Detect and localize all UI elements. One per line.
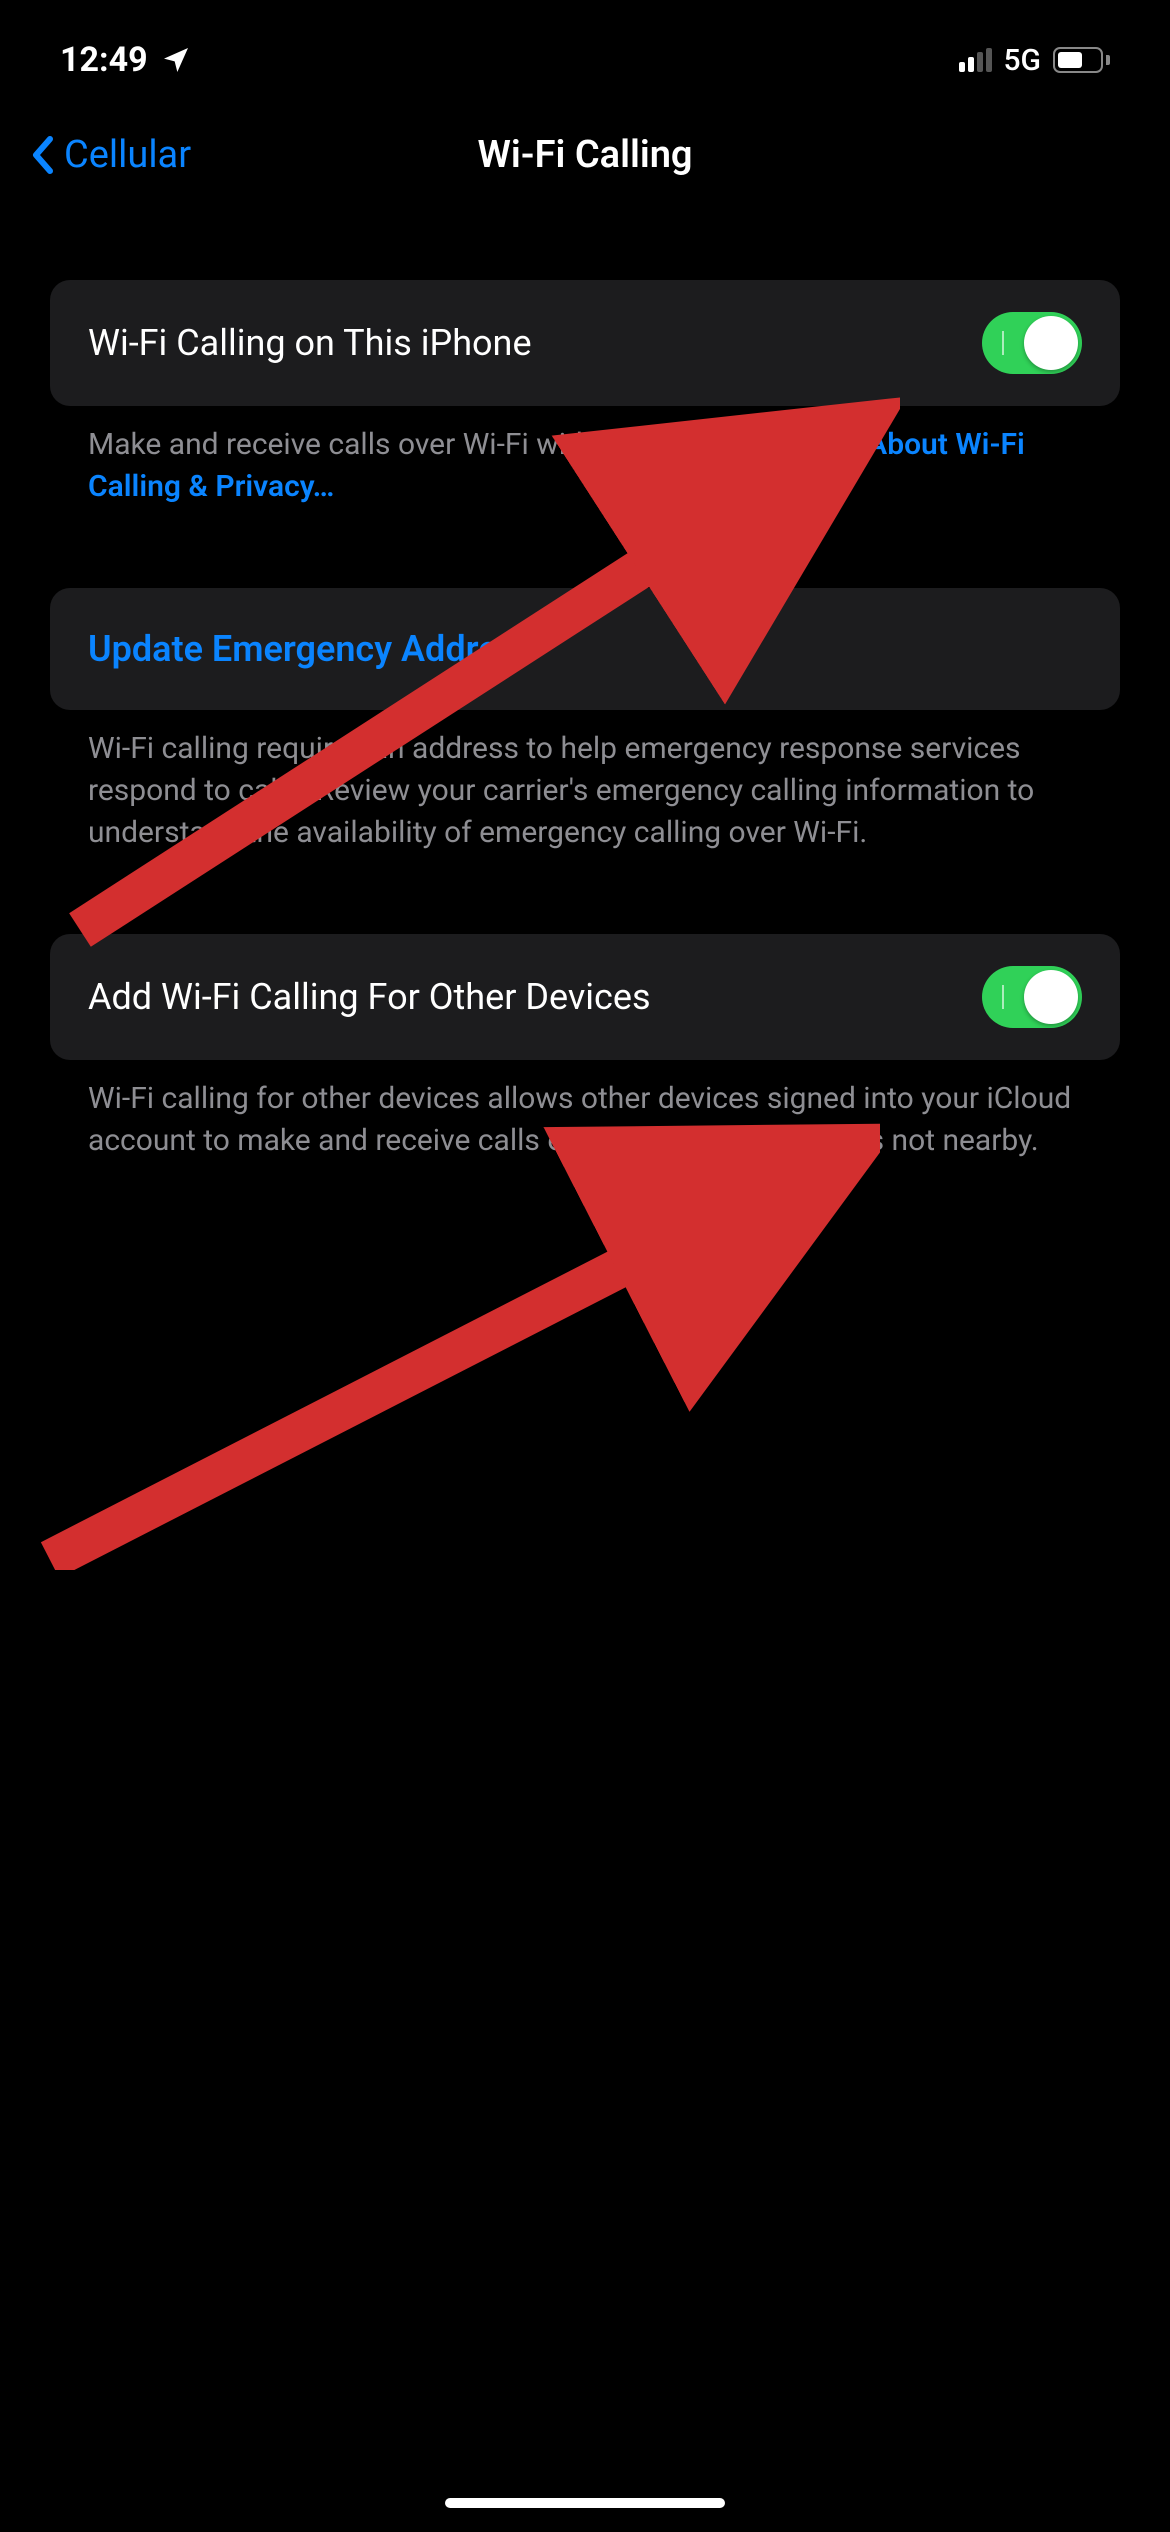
other-devices-label: Add Wi-Fi Calling For Other Devices <box>88 976 651 1018</box>
battery-icon <box>1053 47 1110 73</box>
nav-header: Cellular Wi-Fi Calling <box>0 110 1170 200</box>
emergency-footer: Wi-Fi calling requires an address to hel… <box>50 728 1120 904</box>
signal-strength-icon <box>959 48 992 72</box>
other-devices-row: Add Wi-Fi Calling For Other Devices <box>50 934 1120 1060</box>
page-title: Wi-Fi Calling <box>477 133 692 177</box>
settings-content: Wi-Fi Calling on This iPhone Make and re… <box>0 200 1170 1212</box>
location-arrow-icon <box>160 44 192 76</box>
wifi-calling-toggle[interactable] <box>982 312 1082 374</box>
other-devices-toggle[interactable] <box>982 966 1082 1028</box>
home-indicator[interactable] <box>445 2498 725 2508</box>
back-label: Cellular <box>64 133 191 177</box>
network-type-label: 5G <box>1004 43 1042 78</box>
other-devices-footer: Wi-Fi calling for other devices allows o… <box>50 1078 1120 1212</box>
wifi-calling-footer: Make and receive calls over Wi-Fi with y… <box>50 424 1120 558</box>
update-emergency-address-row[interactable]: Update Emergency Address <box>50 588 1120 710</box>
status-left: 12:49 <box>60 40 192 80</box>
status-right: 5G <box>959 43 1111 78</box>
wifi-calling-row: Wi-Fi Calling on This iPhone <box>50 280 1120 406</box>
back-button[interactable]: Cellular <box>30 133 191 177</box>
wifi-calling-label: Wi-Fi Calling on This iPhone <box>88 322 532 364</box>
chevron-left-icon <box>30 135 54 175</box>
status-time: 12:49 <box>60 40 148 80</box>
status-bar: 12:49 5G <box>0 0 1170 110</box>
update-emergency-address-label: Update Emergency Address <box>88 628 535 670</box>
